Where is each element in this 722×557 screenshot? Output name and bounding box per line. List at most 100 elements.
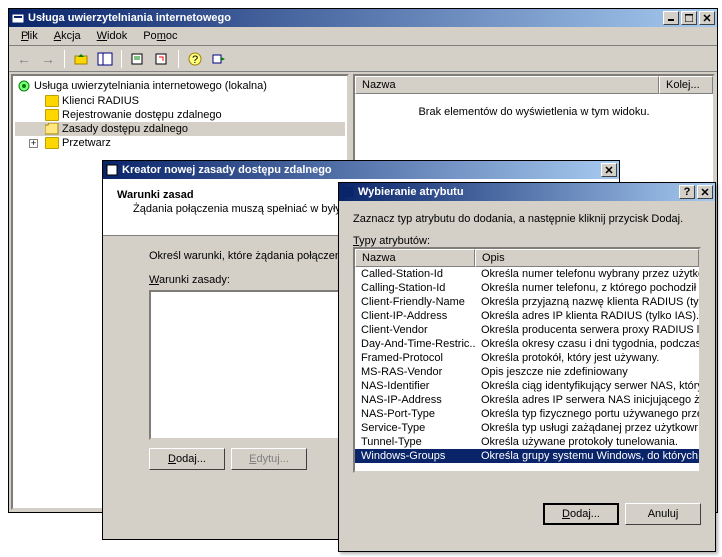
wizard-close-button[interactable] bbox=[601, 163, 617, 177]
attr-row-name: Called-Station-Id bbox=[355, 267, 475, 281]
tree-item-logging[interactable]: Rejestrowanie dostępu zdalnego bbox=[15, 108, 345, 122]
attr-row[interactable]: Called-Station-IdOkreśla numer telefonu … bbox=[355, 267, 699, 281]
svg-text:?: ? bbox=[192, 54, 198, 66]
tree-item-policies[interactable]: Zasady dostępu zdalnego bbox=[15, 122, 345, 136]
export-button[interactable] bbox=[208, 48, 230, 70]
menubar: Plik Akcja Widok Pomoc bbox=[9, 27, 717, 46]
dialog-icon bbox=[341, 185, 355, 199]
attr-row[interactable]: Client-IP-AddressOkreśla adres IP klient… bbox=[355, 309, 699, 323]
attr-row-name: Client-Vendor bbox=[355, 323, 475, 337]
attr-row-desc: Określa adres IP serwera NAS inicjująceg… bbox=[475, 393, 699, 407]
attr-row-name: NAS-IP-Address bbox=[355, 393, 475, 407]
menu-file[interactable]: Plik bbox=[13, 28, 46, 44]
h-scrollbar[interactable]: ◄ ► bbox=[355, 471, 699, 473]
properties-button[interactable] bbox=[127, 48, 149, 70]
wizard-icon bbox=[105, 163, 119, 177]
scroll-left-button[interactable]: ◄ bbox=[355, 472, 371, 473]
attr-row[interactable]: NAS-IdentifierOkreśla ciąg identyfikując… bbox=[355, 379, 699, 393]
tree-item-label: Klienci RADIUS bbox=[62, 95, 139, 107]
attr-cancel-button[interactable]: Anuluj bbox=[625, 503, 701, 525]
attr-row-desc: Określa typ fizycznego portu używanego p… bbox=[475, 407, 699, 421]
tree-root-label: Usługa uwierzytelniania internetowego (l… bbox=[34, 80, 267, 92]
back-button[interactable] bbox=[13, 48, 35, 70]
col-order[interactable]: Kolej... bbox=[659, 76, 713, 94]
tree-root[interactable]: Usługa uwierzytelniania internetowego (l… bbox=[15, 78, 345, 94]
attr-row-name: Client-Friendly-Name bbox=[355, 295, 475, 309]
attr-row-name: Tunnel-Type bbox=[355, 435, 475, 449]
maximize-button[interactable] bbox=[681, 11, 697, 25]
attr-close-button[interactable] bbox=[697, 185, 713, 199]
attr-row-name: Client-IP-Address bbox=[355, 309, 475, 323]
wizard-titlebar[interactable]: Kreator nowej zasady dostępu zdalnego bbox=[103, 161, 619, 179]
attr-row[interactable]: Service-TypeOkreśla typ usługi zażądanej… bbox=[355, 421, 699, 435]
help-icon-button[interactable]: ? bbox=[184, 48, 206, 70]
attr-row-desc: Określa okresy czasu i dni tygodnia, pod… bbox=[475, 337, 699, 351]
separator bbox=[178, 50, 179, 68]
attr-row-desc: Określa protokół, który jest używany. bbox=[475, 351, 699, 365]
attr-row[interactable]: NAS-Port-TypeOkreśla typ fizycznego port… bbox=[355, 407, 699, 421]
expand-icon[interactable]: + bbox=[29, 139, 38, 148]
attribute-dialog: Wybieranie atrybutu ? Zaznacz typ atrybu… bbox=[338, 182, 716, 552]
attr-col-desc[interactable]: Opis bbox=[475, 249, 699, 267]
menu-file-label: lik bbox=[27, 30, 37, 42]
folder-icon bbox=[45, 137, 59, 149]
close-button[interactable] bbox=[699, 11, 715, 25]
refresh-button[interactable] bbox=[151, 48, 173, 70]
minimize-button[interactable] bbox=[663, 11, 679, 25]
attr-row[interactable]: MS-RAS-VendorOpis jeszcze nie zdefiniowa… bbox=[355, 365, 699, 379]
attr-row-name: Day-And-Time-Restric... bbox=[355, 337, 475, 351]
wizard-add-button[interactable]: Dodaj... bbox=[149, 448, 225, 470]
menu-help[interactable]: Pomoc bbox=[135, 28, 185, 44]
tree-item-radius[interactable]: Klienci RADIUS bbox=[15, 94, 345, 108]
attr-row[interactable]: Windows-GroupsOkreśla grupy systemu Wind… bbox=[355, 449, 699, 463]
attr-row-desc: Określa ciąg identyfikujący serwer NAS, … bbox=[475, 379, 699, 393]
attr-row-name: MS-RAS-Vendor bbox=[355, 365, 475, 379]
attr-row[interactable]: Client-VendorOkreśla producenta serwera … bbox=[355, 323, 699, 337]
tree-item-processing[interactable]: + Przetwarz bbox=[15, 136, 345, 150]
main-titlebar[interactable]: Usługa uwierzytelniania internetowego bbox=[9, 9, 717, 27]
attr-row-name: Service-Type bbox=[355, 421, 475, 435]
separator bbox=[121, 50, 122, 68]
up-folder-button[interactable] bbox=[70, 48, 92, 70]
attr-row-desc: Określa producenta serwera proxy RADIUS … bbox=[475, 323, 699, 337]
attr-row[interactable]: Client-Friendly-NameOkreśla przyjazną na… bbox=[355, 295, 699, 309]
attr-row-name: NAS-Identifier bbox=[355, 379, 475, 393]
attr-row-desc: Określa grupy systemu Windows, do któryc… bbox=[475, 449, 699, 463]
forward-button[interactable] bbox=[37, 48, 59, 70]
scroll-track[interactable] bbox=[371, 472, 683, 473]
attr-col-name[interactable]: Nazwa bbox=[355, 249, 475, 267]
toolbar: ? bbox=[9, 46, 717, 72]
attr-row-name: Calling-Station-Id bbox=[355, 281, 475, 295]
attr-titlebar[interactable]: Wybieranie atrybutu ? bbox=[339, 183, 715, 201]
attr-row-desc: Opis jeszcze nie zdefiniowany bbox=[475, 365, 699, 379]
attr-row-name: Windows-Groups bbox=[355, 449, 475, 463]
menu-view[interactable]: Widok bbox=[89, 28, 136, 44]
menu-action[interactable]: Akcja bbox=[46, 28, 89, 44]
open-folder-icon bbox=[45, 123, 59, 135]
attr-add-button[interactable]: Dodaj... bbox=[543, 503, 619, 525]
attr-help-button[interactable]: ? bbox=[679, 185, 695, 199]
show-hide-tree-button[interactable] bbox=[94, 48, 116, 70]
attr-row-name: NAS-Port-Type bbox=[355, 407, 475, 421]
attr-row-name: Framed-Protocol bbox=[355, 351, 475, 365]
attribute-listview[interactable]: Nazwa Opis Called-Station-IdOkreśla nume… bbox=[353, 247, 701, 473]
attr-row[interactable]: Calling-Station-IdOkreśla numer telefonu… bbox=[355, 281, 699, 295]
attr-instruction: Zaznacz typ atrybutu do dodania, a nastę… bbox=[353, 213, 701, 225]
col-name[interactable]: Nazwa bbox=[355, 76, 659, 94]
attr-row-desc: Określa przyjazną nazwę klienta RADIUS (… bbox=[475, 295, 699, 309]
attr-label: Typy atrybutów: bbox=[353, 235, 701, 247]
attr-row[interactable]: Day-And-Time-Restric...Określa okresy cz… bbox=[355, 337, 699, 351]
attr-row-desc: Określa numer telefonu, z którego pochod… bbox=[475, 281, 699, 295]
tree-item-label: Zasady dostępu zdalnego bbox=[62, 123, 188, 135]
scroll-right-button[interactable]: ► bbox=[683, 472, 699, 473]
attr-row[interactable]: Tunnel-TypeOkreśla używane protokoły tun… bbox=[355, 435, 699, 449]
folder-icon bbox=[45, 109, 59, 121]
attr-row[interactable]: NAS-IP-AddressOkreśla adres IP serwera N… bbox=[355, 393, 699, 407]
attr-row[interactable]: Framed-ProtocolOkreśla protokół, który j… bbox=[355, 351, 699, 365]
scroll-thumb[interactable] bbox=[371, 472, 496, 473]
wizard-title: Kreator nowej zasady dostępu zdalnego bbox=[122, 164, 601, 176]
service-icon bbox=[17, 79, 31, 93]
main-title: Usługa uwierzytelniania internetowego bbox=[28, 12, 663, 24]
attr-row-desc: Określa numer telefonu wybrany przez uży… bbox=[475, 267, 699, 281]
tree-item-label: Przetwarz bbox=[62, 137, 111, 149]
